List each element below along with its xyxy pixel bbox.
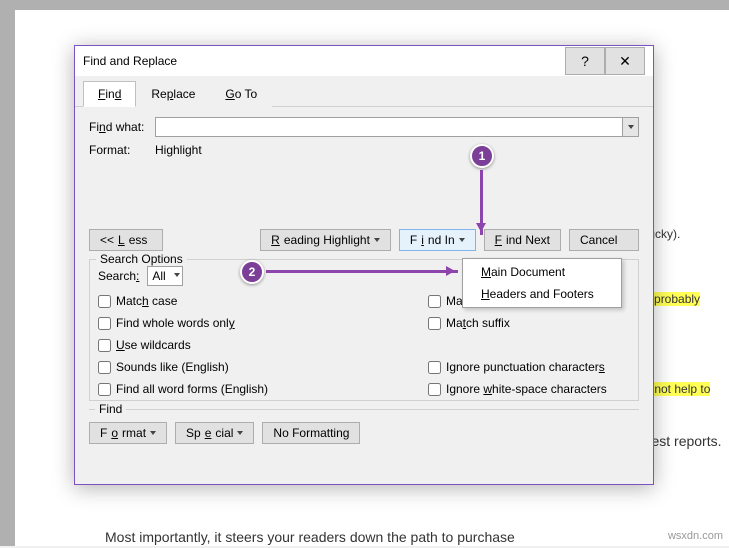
format-label: Format: — [89, 143, 155, 157]
chevron-down-icon — [150, 431, 156, 438]
find-actions-group: Find Format Special No Formatting — [89, 409, 639, 444]
format-value: Highlight — [155, 143, 202, 157]
search-direction-select[interactable]: All — [147, 266, 182, 286]
watermark: wsxdn.com — [668, 530, 723, 542]
dialog-title: Find and Replace — [83, 54, 565, 68]
callout-1: 1 — [470, 144, 494, 168]
menu-headers-footers[interactable]: Headers and Footers — [463, 283, 621, 305]
find-in-menu: Main Document Headers and Footers — [462, 258, 622, 308]
chevron-down-icon — [459, 238, 465, 245]
chevron-down-icon — [237, 431, 243, 438]
cancel-button[interactable]: Cancel — [569, 229, 639, 251]
less-button[interactable]: << Less — [89, 229, 163, 251]
find-what-input[interactable] — [155, 117, 639, 137]
find-what-dropdown-icon[interactable] — [622, 118, 638, 136]
find-in-button[interactable]: Find In — [399, 229, 476, 251]
search-direction-label: Search: — [98, 269, 139, 283]
tab-replace[interactable]: Replace — [136, 81, 210, 107]
match-case-checkbox[interactable]: Match case — [98, 292, 300, 310]
close-button[interactable]: ✕ — [605, 47, 645, 75]
find-form: Find what: Format: Highlight — [75, 107, 653, 169]
find-what-label: Find what: — [89, 120, 155, 134]
chevron-down-icon — [628, 125, 634, 132]
match-suffix-checkbox[interactable]: Match suffix — [428, 314, 630, 332]
special-button[interactable]: Special — [175, 422, 254, 444]
search-options-legend: Search Options — [96, 252, 187, 266]
tab-goto[interactable]: Go To — [210, 81, 272, 107]
format-button[interactable]: Format — [89, 422, 167, 444]
chevron-down-icon — [374, 238, 380, 245]
dialog-titlebar[interactable]: Find and Replace ? ✕ — [75, 46, 653, 76]
wildcards-checkbox[interactable]: Use wildcards — [98, 336, 300, 354]
help-button[interactable]: ? — [565, 47, 605, 75]
dialog-tabs: Find Replace Go To — [75, 76, 653, 107]
whole-words-checkbox[interactable]: Find whole words only — [98, 314, 300, 332]
callout-2: 2 — [240, 260, 264, 284]
chevron-down-icon — [174, 269, 180, 283]
sounds-like-checkbox[interactable]: Sounds like (English) — [98, 358, 300, 376]
no-formatting-button[interactable]: No Formatting — [262, 422, 360, 444]
find-next-button[interactable]: Find Next — [484, 229, 561, 251]
ignore-space-checkbox[interactable]: Ignore white-space characters — [428, 380, 630, 398]
reading-highlight-button[interactable]: Reading Highlight — [260, 229, 391, 251]
menu-main-document[interactable]: Main Document — [463, 261, 621, 283]
callout-arrow-2 — [266, 270, 458, 273]
bg-text-bottom: Most importantly, it steers your readers… — [105, 526, 515, 548]
find-legend: Find — [95, 402, 126, 416]
callout-arrow-1 — [480, 170, 483, 235]
word-forms-checkbox[interactable]: Find all word forms (English) — [98, 380, 300, 398]
ignore-punct-checkbox[interactable]: Ignore punctuation characters — [428, 358, 630, 376]
tab-find[interactable]: Find — [83, 81, 136, 107]
